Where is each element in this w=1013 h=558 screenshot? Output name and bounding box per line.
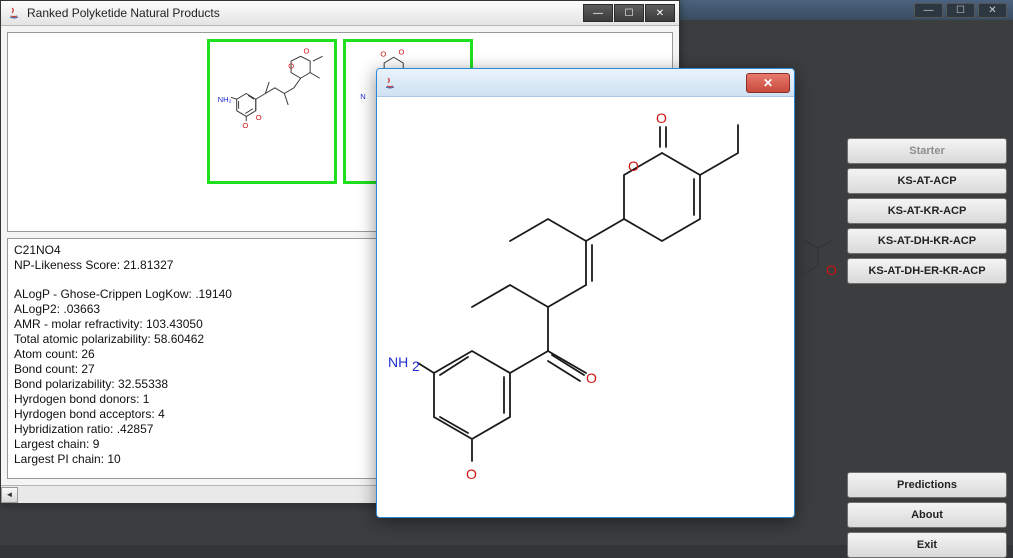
ks-at-dh-kr-acp-button[interactable]: KS-AT-DH-KR-ACP bbox=[847, 228, 1007, 254]
about-button[interactable]: About bbox=[847, 502, 1007, 528]
ks-at-acp-button[interactable]: KS-AT-ACP bbox=[847, 168, 1007, 194]
main-window-title: Ranked Polyketide Natural Products bbox=[27, 6, 577, 20]
svg-text:NH₂: NH₂ bbox=[218, 95, 232, 104]
svg-text:O: O bbox=[466, 466, 477, 482]
bg-minimize-button[interactable]: — bbox=[914, 3, 943, 18]
ks-at-kr-acp-button[interactable]: KS-AT-KR-ACP bbox=[847, 198, 1007, 224]
svg-text:O: O bbox=[826, 262, 837, 278]
starter-button[interactable]: Starter bbox=[847, 138, 1007, 164]
right-button-panel: Starter KS-AT-ACP KS-AT-KR-ACP KS-AT-DH-… bbox=[847, 138, 1007, 558]
svg-text:O: O bbox=[256, 113, 262, 122]
ks-at-dh-er-kr-acp-button[interactable]: KS-AT-DH-ER-KR-ACP bbox=[847, 258, 1007, 284]
dialog-close-button[interactable]: ✕ bbox=[746, 73, 790, 93]
svg-text:O: O bbox=[628, 158, 639, 174]
svg-text:O: O bbox=[398, 47, 404, 56]
main-minimize-button[interactable]: — bbox=[583, 4, 613, 22]
svg-text:O: O bbox=[586, 370, 597, 386]
main-close-button[interactable]: ✕ bbox=[645, 4, 675, 22]
svg-text:O: O bbox=[380, 49, 386, 58]
svg-text:NH: NH bbox=[388, 354, 408, 370]
svg-text:O: O bbox=[656, 110, 667, 126]
predictions-button[interactable]: Predictions bbox=[847, 472, 1007, 498]
bg-maximize-button[interactable]: ☐ bbox=[946, 3, 975, 18]
scroll-left-arrow[interactable]: ◄ bbox=[1, 487, 18, 503]
enlarged-structure-svg: O O bbox=[388, 105, 783, 510]
main-maximize-button[interactable]: ☐ bbox=[614, 4, 644, 22]
main-titlebar[interactable]: Ranked Polyketide Natural Products — ☐ ✕ bbox=[1, 1, 679, 26]
structure-thumbnail-1[interactable]: O O O NH₂ bbox=[207, 39, 337, 184]
svg-text:N: N bbox=[360, 92, 366, 101]
java-icon bbox=[383, 76, 397, 90]
java-icon bbox=[7, 6, 21, 20]
exit-button[interactable]: Exit bbox=[847, 532, 1007, 558]
structure-viewer-dialog: ✕ O O bbox=[376, 68, 795, 518]
bg-close-button[interactable]: ✕ bbox=[978, 3, 1007, 18]
svg-text:O: O bbox=[242, 121, 248, 130]
svg-text:2: 2 bbox=[412, 358, 420, 374]
dialog-body: O O bbox=[377, 97, 794, 517]
dialog-titlebar[interactable]: ✕ bbox=[377, 69, 794, 97]
svg-text:O: O bbox=[303, 46, 309, 55]
background-structure-fragment: O bbox=[803, 230, 843, 310]
svg-text:O: O bbox=[288, 62, 294, 71]
